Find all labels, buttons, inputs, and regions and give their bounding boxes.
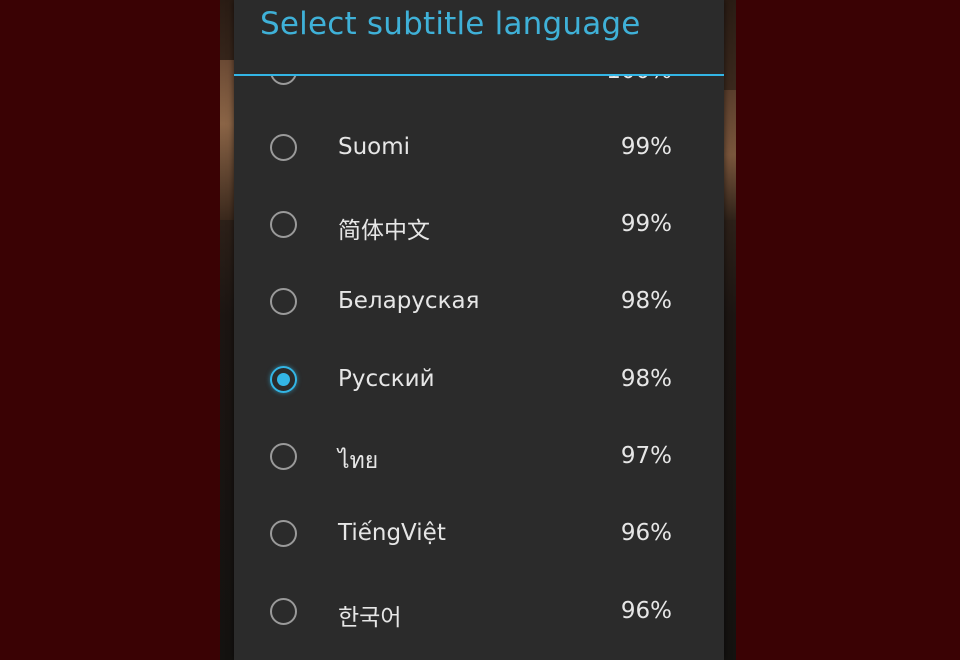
subtitle-language-dialog: Select subtitle language 100% Suomi 99% … xyxy=(234,0,724,660)
completion-percent: 98% xyxy=(620,288,672,314)
language-list[interactable]: 100% Suomi 99% 简体中文 99% Беларуская 98% Р… xyxy=(234,76,724,660)
completion-percent: 99% xyxy=(620,211,672,237)
language-label: Беларуская xyxy=(338,288,480,314)
language-label: Русский xyxy=(338,366,435,392)
radio-button[interactable] xyxy=(270,211,297,238)
list-item-belarusian[interactable]: Беларуская 98% xyxy=(234,266,724,343)
radio-button[interactable] xyxy=(270,288,297,315)
language-label: 简体中文 xyxy=(338,218,430,244)
radio-button[interactable] xyxy=(270,76,297,85)
list-item-suomi[interactable]: Suomi 99% xyxy=(234,112,724,189)
list-item-thai[interactable]: ไทย 97% xyxy=(234,421,724,498)
radio-button[interactable] xyxy=(270,520,297,547)
language-label: ไทย xyxy=(338,448,379,474)
list-item-partial[interactable]: 100% xyxy=(234,76,724,113)
language-label: Suomi xyxy=(338,134,411,160)
radio-button[interactable] xyxy=(270,598,297,625)
radio-selected-dot xyxy=(277,373,290,386)
radio-button[interactable] xyxy=(270,134,297,161)
list-item-korean[interactable]: 한국어 96% xyxy=(234,576,724,653)
radio-button[interactable] xyxy=(270,443,297,470)
completion-percent: 100% xyxy=(606,76,672,84)
radio-button-selected[interactable] xyxy=(270,366,297,393)
completion-percent: 99% xyxy=(620,134,672,160)
completion-percent: 98% xyxy=(620,366,672,392)
list-item-simplified-chinese[interactable]: 简体中文 99% xyxy=(234,189,724,266)
dialog-title: Select subtitle language xyxy=(260,6,641,42)
completion-percent: 96% xyxy=(620,520,672,546)
language-label: TiếngViệt xyxy=(338,520,446,546)
completion-percent: 96% xyxy=(620,598,672,624)
language-label: 한국어 xyxy=(338,605,402,631)
completion-percent: 97% xyxy=(620,443,672,469)
list-item-vietnamese[interactable]: TiếngViệt 96% xyxy=(234,498,724,575)
list-item-russian[interactable]: Русский 98% xyxy=(234,344,724,421)
